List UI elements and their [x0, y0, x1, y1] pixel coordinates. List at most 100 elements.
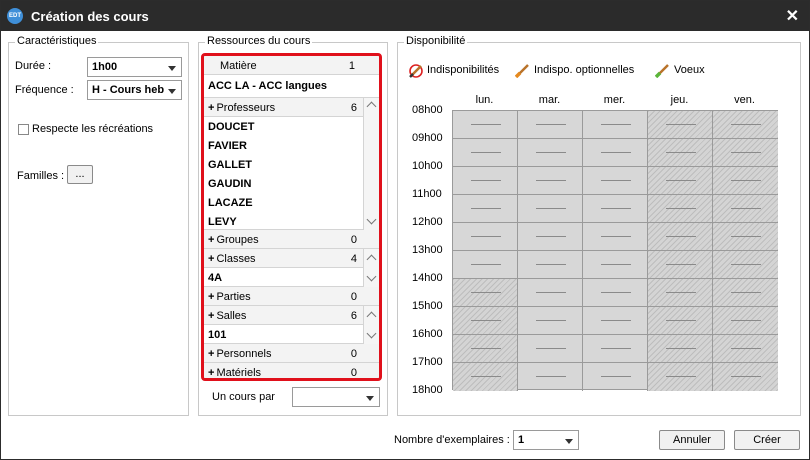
availability-cell[interactable]	[583, 251, 648, 279]
matiere-value-row[interactable]: ACC LA - ACC langues	[204, 75, 379, 98]
plus-icon[interactable]: +	[208, 348, 214, 360]
scroll-up-icon[interactable]	[366, 101, 377, 112]
plus-icon[interactable]: +	[208, 367, 214, 378]
day-header: ven.	[734, 94, 755, 106]
professeurs-scrollbar[interactable]	[363, 98, 379, 230]
availability-cell[interactable]	[583, 223, 648, 251]
availability-cell[interactable]	[713, 195, 778, 223]
availability-cell[interactable]	[453, 139, 518, 167]
availability-cell[interactable]	[518, 111, 583, 139]
availability-cell[interactable]	[583, 139, 648, 167]
scroll-down-icon[interactable]	[366, 328, 377, 339]
availability-cell[interactable]	[583, 363, 648, 391]
availability-cell[interactable]	[518, 363, 583, 391]
indispo-optionnelles-label: Indispo. optionnelles	[534, 64, 635, 76]
availability-cell[interactable]	[648, 195, 713, 223]
scroll-down-icon[interactable]	[366, 214, 377, 225]
availability-cell[interactable]	[518, 223, 583, 251]
list-item[interactable]: LACAZE	[208, 197, 253, 209]
plus-icon[interactable]: +	[208, 253, 214, 265]
availability-cell[interactable]	[453, 251, 518, 279]
salles-scrollbar[interactable]	[363, 306, 379, 344]
availability-cell[interactable]	[713, 111, 778, 139]
parties-header[interactable]: + Parties 0	[204, 287, 379, 306]
availability-cell[interactable]	[583, 279, 648, 307]
scroll-up-icon[interactable]	[366, 254, 377, 265]
availability-cell[interactable]	[453, 195, 518, 223]
classes-value-row[interactable]: 4A	[204, 268, 379, 287]
availability-cell[interactable]	[713, 223, 778, 251]
availability-cell[interactable]	[518, 307, 583, 335]
availability-cell[interactable]	[518, 279, 583, 307]
indispo-optionnelles-tool[interactable]: Indispo. optionnelles	[514, 62, 635, 79]
availability-cell[interactable]	[713, 363, 778, 391]
availability-cell[interactable]	[648, 363, 713, 391]
materiels-header[interactable]: + Matériels 0	[204, 363, 379, 378]
un-cours-par-select[interactable]	[292, 387, 380, 407]
list-item[interactable]: LEVY	[208, 216, 237, 228]
availability-cell[interactable]	[453, 363, 518, 391]
exemplaires-select[interactable]: 1	[513, 430, 579, 450]
classes-header[interactable]: + Classes 4	[204, 249, 379, 268]
cancel-button[interactable]: Annuler	[659, 430, 725, 450]
availability-cell[interactable]	[453, 279, 518, 307]
availability-cell[interactable]	[648, 167, 713, 195]
scroll-up-icon[interactable]	[366, 311, 377, 322]
availability-cell[interactable]	[453, 167, 518, 195]
availability-cell[interactable]	[453, 335, 518, 363]
classes-scrollbar[interactable]	[363, 249, 379, 287]
scroll-down-icon[interactable]	[366, 271, 377, 282]
duree-select[interactable]: 1h00	[87, 57, 182, 77]
day-header: lun.	[475, 94, 494, 106]
close-icon[interactable]: ✕	[786, 6, 799, 26]
availability-cell[interactable]	[518, 251, 583, 279]
plus-icon[interactable]: +	[208, 102, 214, 114]
salles-header[interactable]: + Salles 6	[204, 306, 379, 325]
availability-cell[interactable]	[453, 223, 518, 251]
frequence-select[interactable]: H - Cours heb	[87, 80, 182, 100]
availability-cell[interactable]	[648, 223, 713, 251]
availability-cell[interactable]	[713, 251, 778, 279]
list-item[interactable]: FAVIER	[208, 140, 247, 152]
availability-cell[interactable]	[518, 335, 583, 363]
availability-cell[interactable]	[518, 195, 583, 223]
availability-cell[interactable]	[648, 279, 713, 307]
list-item[interactable]: GALLET	[208, 159, 252, 171]
availability-cell[interactable]	[518, 139, 583, 167]
salles-value-row[interactable]: 101	[204, 325, 379, 344]
availability-cell[interactable]	[713, 335, 778, 363]
availability-grid[interactable]	[452, 110, 778, 391]
availability-cell[interactable]	[583, 111, 648, 139]
availability-cell[interactable]	[648, 335, 713, 363]
list-item[interactable]: GAUDIN	[208, 178, 251, 190]
plus-icon[interactable]: +	[208, 234, 214, 246]
voeux-tool[interactable]: Voeux	[654, 62, 705, 79]
groupes-header[interactable]: + Groupes 0	[204, 230, 379, 249]
list-item[interactable]: DOUCET	[208, 121, 254, 133]
plus-icon[interactable]: +	[208, 291, 214, 303]
availability-cell[interactable]	[518, 167, 583, 195]
availability-cell[interactable]	[713, 307, 778, 335]
availability-cell[interactable]	[713, 167, 778, 195]
personnels-header[interactable]: + Personnels 0	[204, 344, 379, 363]
indisponibilites-tool[interactable]: Indisponibilités	[408, 62, 499, 78]
availability-cell[interactable]	[583, 195, 648, 223]
create-button[interactable]: Créer	[734, 430, 800, 450]
matiere-count: 1	[348, 60, 355, 72]
availability-cell[interactable]	[648, 251, 713, 279]
availability-cell[interactable]	[453, 111, 518, 139]
availability-cell[interactable]	[583, 167, 648, 195]
availability-cell[interactable]	[648, 139, 713, 167]
matiere-header[interactable]: Matière 1	[204, 56, 379, 75]
professeurs-header[interactable]: + Professeurs 6	[204, 98, 379, 117]
availability-cell[interactable]	[648, 307, 713, 335]
recreations-checkbox[interactable]	[18, 124, 29, 135]
availability-cell[interactable]	[583, 335, 648, 363]
availability-cell[interactable]	[453, 307, 518, 335]
availability-cell[interactable]	[583, 307, 648, 335]
familles-button[interactable]: ...	[67, 165, 93, 184]
availability-cell[interactable]	[713, 139, 778, 167]
availability-cell[interactable]	[713, 279, 778, 307]
availability-cell[interactable]	[648, 111, 713, 139]
plus-icon[interactable]: +	[208, 310, 214, 322]
